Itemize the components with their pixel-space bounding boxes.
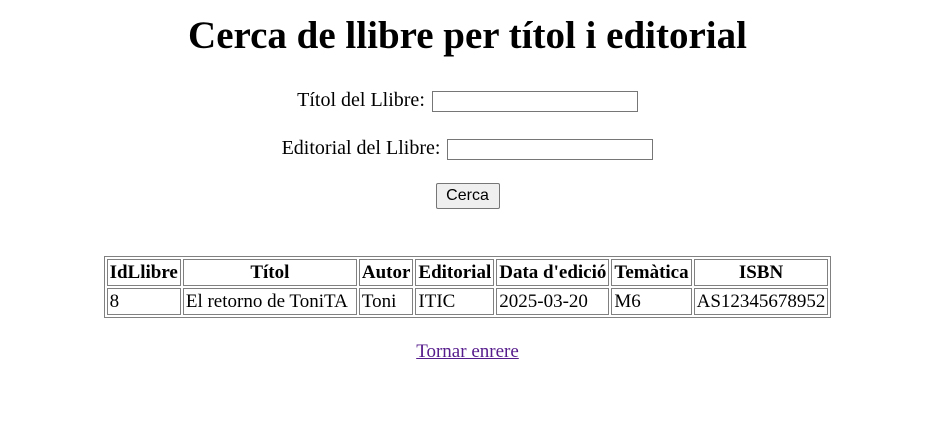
cell-editorial: ITIC <box>415 288 495 315</box>
search-form: Títol del Llibre: Editorial del Llibre: … <box>0 87 935 209</box>
header-data-edicio: Data d'edició <box>496 259 610 286</box>
cell-data-edicio: 2025-03-20 <box>496 288 610 315</box>
titol-input[interactable] <box>431 90 638 112</box>
page-title: Cerca de llibre per títol i editorial <box>188 14 747 57</box>
header-autor: Autor <box>358 259 414 286</box>
header-titol: Títol <box>182 259 357 286</box>
cell-titol: El retorno de ToniTA <box>182 288 357 315</box>
results-table: IdLlibre Títol Autor Editorial Data d'ed… <box>103 256 832 318</box>
titol-row: Títol del Llibre: <box>0 87 935 113</box>
editorial-row: Editorial del Llibre: <box>0 135 935 161</box>
cell-idllibre: 8 <box>106 288 181 315</box>
header-tematica: Temàtica <box>611 259 692 286</box>
cell-tematica: M6 <box>611 288 692 315</box>
cell-isbn: AS12345678952 <box>693 288 829 315</box>
titol-label: Títol del Llibre: <box>297 89 425 111</box>
back-link[interactable]: Tornar enrere <box>416 341 519 363</box>
editorial-label: Editorial del Llibre: <box>281 137 441 159</box>
header-isbn: ISBN <box>693 259 829 286</box>
editorial-input[interactable] <box>447 138 654 160</box>
header-idllibre: IdLlibre <box>106 259 181 286</box>
table-header-row: IdLlibre Títol Autor Editorial Data d'ed… <box>106 259 829 286</box>
header-editorial: Editorial <box>415 259 495 286</box>
table-row: 8 El retorno de ToniTA Toni ITIC 2025-03… <box>106 288 829 315</box>
submit-row: Cerca <box>0 183 935 209</box>
search-button[interactable]: Cerca <box>435 183 500 209</box>
cell-autor: Toni <box>358 288 414 315</box>
